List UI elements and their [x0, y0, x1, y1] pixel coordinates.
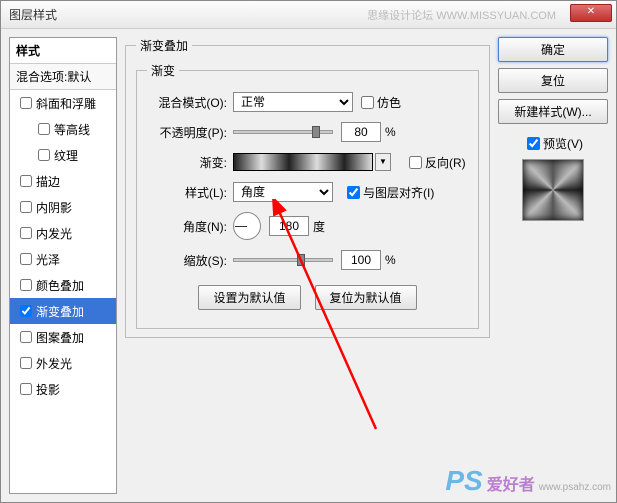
angle-dial[interactable]	[233, 212, 261, 240]
style-label: 样式(L):	[147, 184, 227, 201]
align-wrap[interactable]: 与图层对齐(I)	[343, 183, 434, 202]
style-item-label: 内阴影	[36, 199, 72, 216]
styles-list-panel: 样式 混合选项:默认 斜面和浮雕等高线纹理描边内阴影内发光光泽颜色叠加渐变叠加图…	[9, 37, 117, 494]
wm-text2: www.psahz.com	[539, 482, 611, 493]
reverse-checkbox[interactable]	[409, 156, 422, 169]
angle-input[interactable]	[269, 216, 309, 236]
style-item-label: 斜面和浮雕	[36, 95, 96, 112]
cancel-button[interactable]: 复位	[498, 68, 608, 93]
scale-label: 缩放(S):	[147, 252, 227, 269]
styles-header: 样式	[10, 38, 116, 64]
style-item-checkbox[interactable]	[20, 383, 32, 395]
style-item-checkbox[interactable]	[20, 253, 32, 265]
window-title: 图层样式	[9, 6, 57, 23]
wm-text1: 爱好者	[487, 471, 535, 495]
style-item[interactable]: 投影	[10, 376, 116, 402]
gradient-row: 渐变: ▼ 反向(R)	[147, 151, 468, 173]
gradient-label: 渐变:	[147, 154, 227, 171]
scale-percent: %	[385, 253, 396, 267]
gradient-overlay-fieldset: 渐变叠加 渐变 混合模式(O): 正常 仿色 不透明度	[125, 37, 490, 338]
bottom-watermark: PS 爱好者 www.psahz.com	[445, 465, 611, 497]
gradient-overlay-legend: 渐变叠加	[136, 37, 192, 54]
right-panel: 确定 复位 新建样式(W)... 预览(V)	[498, 37, 608, 494]
style-item-label: 颜色叠加	[36, 277, 84, 294]
dither-wrap[interactable]: 仿色	[357, 93, 401, 112]
angle-label: 角度(N):	[147, 218, 227, 235]
dialog-body: 样式 混合选项:默认 斜面和浮雕等高线纹理描边内阴影内发光光泽颜色叠加渐变叠加图…	[1, 29, 616, 502]
align-label: 与图层对齐(I)	[363, 184, 434, 201]
make-default-button[interactable]: 设置为默认值	[198, 285, 300, 310]
angle-row: 角度(N): 度	[147, 211, 468, 241]
style-item-checkbox[interactable]	[20, 331, 32, 343]
style-item[interactable]: 内发光	[10, 220, 116, 246]
style-item-label: 渐变叠加	[36, 303, 84, 320]
reset-default-button[interactable]: 复位为默认值	[315, 285, 417, 310]
opacity-label: 不透明度(P):	[147, 124, 227, 141]
style-item-checkbox[interactable]	[20, 305, 32, 317]
angle-degree: 度	[313, 218, 325, 235]
style-item[interactable]: 外发光	[10, 350, 116, 376]
style-item-label: 光泽	[36, 251, 60, 268]
opacity-input[interactable]	[341, 122, 381, 142]
style-item[interactable]: 纹理	[10, 142, 116, 168]
style-item-checkbox[interactable]	[20, 279, 32, 291]
preview-wrap[interactable]: 预览(V)	[523, 134, 583, 153]
style-item[interactable]: 渐变叠加	[10, 298, 116, 324]
default-buttons-row: 设置为默认值 复位为默认值	[147, 285, 468, 310]
dither-checkbox[interactable]	[361, 96, 374, 109]
preview-label: 预览(V)	[543, 135, 583, 152]
style-item-label: 图案叠加	[36, 329, 84, 346]
titlebar[interactable]: 图层样式 思缘设计论坛 WWW.MISSYUAN.COM ✕	[1, 1, 616, 29]
preview-swatch	[522, 159, 584, 221]
style-item[interactable]: 等高线	[10, 116, 116, 142]
style-item[interactable]: 斜面和浮雕	[10, 90, 116, 116]
gradient-dropdown-arrow[interactable]: ▼	[375, 153, 391, 171]
scale-slider[interactable]	[233, 258, 333, 262]
style-item[interactable]: 图案叠加	[10, 324, 116, 350]
blend-mode-label: 混合模式(O):	[147, 94, 227, 111]
scale-input[interactable]	[341, 250, 381, 270]
reverse-wrap[interactable]: 反向(R)	[405, 153, 466, 172]
style-item-checkbox[interactable]	[20, 175, 32, 187]
style-item-label: 外发光	[36, 355, 72, 372]
blend-options-default[interactable]: 混合选项:默认	[10, 64, 116, 90]
style-item-label: 纹理	[54, 147, 78, 164]
style-select[interactable]: 角度	[233, 182, 333, 202]
opacity-row: 不透明度(P): %	[147, 121, 468, 143]
ok-button[interactable]: 确定	[498, 37, 608, 62]
style-item-checkbox[interactable]	[20, 201, 32, 213]
style-item[interactable]: 光泽	[10, 246, 116, 272]
close-button[interactable]: ✕	[570, 4, 612, 22]
style-item-checkbox[interactable]	[38, 123, 50, 135]
style-item-label: 等高线	[54, 121, 90, 138]
style-item-checkbox[interactable]	[38, 149, 50, 161]
align-checkbox[interactable]	[347, 186, 360, 199]
blend-mode-select[interactable]: 正常	[233, 92, 353, 112]
gradient-preview[interactable]	[233, 153, 373, 171]
new-style-button[interactable]: 新建样式(W)...	[498, 99, 608, 124]
style-item-label: 内发光	[36, 225, 72, 242]
opacity-percent: %	[385, 125, 396, 139]
dither-label: 仿色	[377, 94, 401, 111]
style-item-checkbox[interactable]	[20, 97, 32, 109]
titlebar-watermark: 思缘设计论坛 WWW.MISSYUAN.COM	[367, 7, 556, 23]
layer-style-dialog: 图层样式 思缘设计论坛 WWW.MISSYUAN.COM ✕ 样式 混合选项:默…	[0, 0, 617, 503]
gradient-inner-fieldset: 渐变 混合模式(O): 正常 仿色 不透明度(P):	[136, 62, 479, 329]
style-item-checkbox[interactable]	[20, 357, 32, 369]
opacity-slider[interactable]	[233, 130, 333, 134]
style-item-checkbox[interactable]	[20, 227, 32, 239]
style-item[interactable]: 描边	[10, 168, 116, 194]
style-item-label: 描边	[36, 173, 60, 190]
preview-checkbox[interactable]	[527, 137, 540, 150]
style-item[interactable]: 颜色叠加	[10, 272, 116, 298]
gradient-inner-legend: 渐变	[147, 62, 179, 79]
reverse-label: 反向(R)	[425, 154, 466, 171]
scale-row: 缩放(S): %	[147, 249, 468, 271]
style-row: 样式(L): 角度 与图层对齐(I)	[147, 181, 468, 203]
blend-mode-row: 混合模式(O): 正常 仿色	[147, 91, 468, 113]
wm-ps: PS	[445, 465, 482, 497]
gradient-overlay-panel: 渐变叠加 渐变 混合模式(O): 正常 仿色 不透明度	[125, 37, 490, 494]
style-item-label: 投影	[36, 381, 60, 398]
style-item[interactable]: 内阴影	[10, 194, 116, 220]
